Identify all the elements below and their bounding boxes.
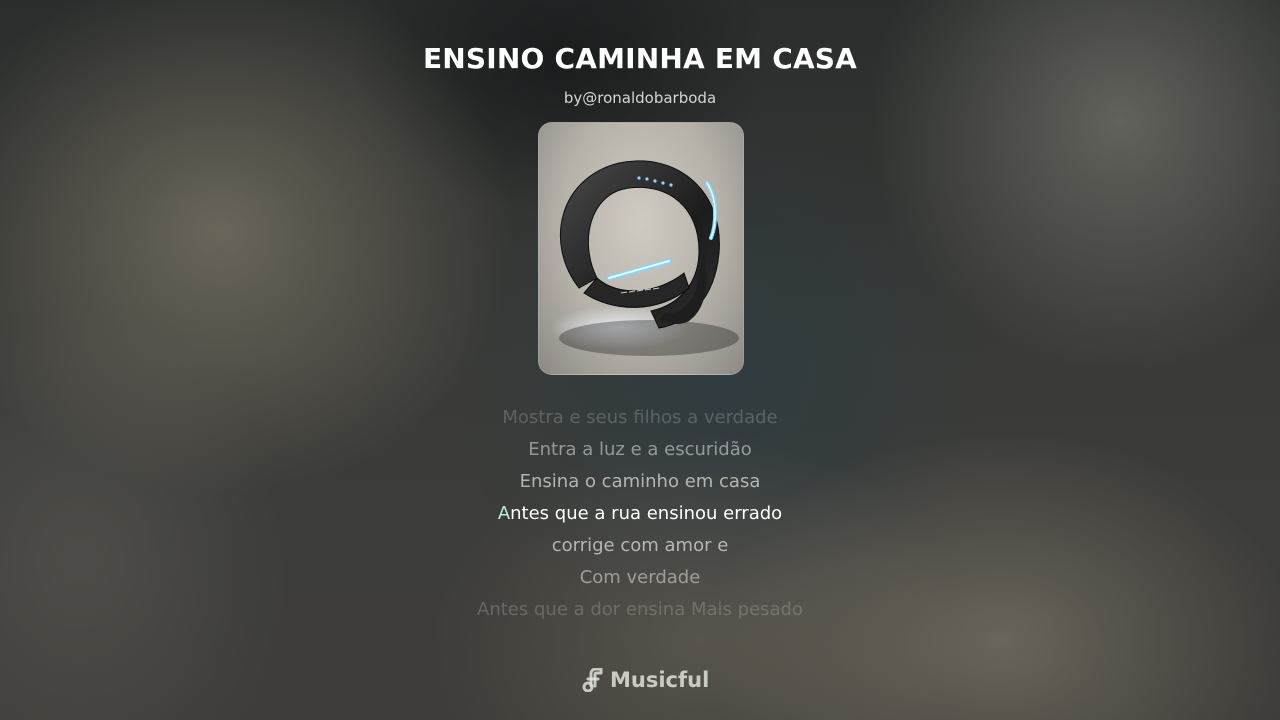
album-cover — [538, 122, 744, 375]
lyric-line[interactable]: Ensina o caminho em casa — [0, 466, 1280, 498]
lyric-sung-part: A — [497, 503, 511, 524]
song-author: by@ronaldobarboda — [563, 89, 717, 107]
lyric-remaining-part: ntes que a rua ensinou errado — [510, 503, 783, 524]
lyric-line[interactable]: Mostra e seus filhos a verdade — [0, 402, 1280, 434]
lyric-line-active[interactable]: Antes que a rua ensinou errado — [0, 498, 1280, 530]
lyric-line[interactable]: Antes que a dor ensina Mais pesado — [0, 594, 1280, 626]
brand-logo[interactable]: Musicful — [582, 664, 709, 696]
lyrics-player: ENSINO CAMINHA EM CASA by@ronaldobarboda — [0, 0, 1280, 720]
brand-name: Musicful — [610, 668, 710, 692]
lyric-line[interactable]: Com verdade — [0, 562, 1280, 594]
lyric-line[interactable]: corrige com amor e — [0, 530, 1280, 562]
lyric-line[interactable]: Entra a luz e a escuridão — [0, 434, 1280, 466]
song-title: ENSINO CAMINHA EM CASA — [422, 42, 858, 75]
lyrics-list: Mostra e seus filhos a verdade Entra a l… — [0, 402, 1280, 626]
bracelet-artwork — [549, 160, 739, 356]
music-note-icon — [582, 668, 604, 692]
